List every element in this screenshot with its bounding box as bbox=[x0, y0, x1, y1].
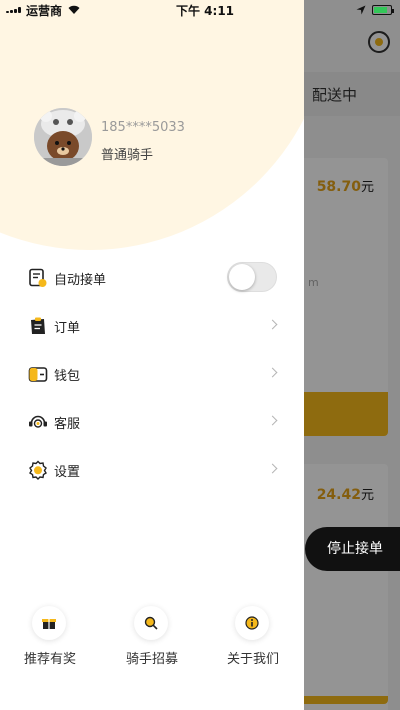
avatar[interactable] bbox=[34, 108, 92, 166]
rider-recruit-label: 骑手招募 bbox=[125, 652, 178, 667]
signal-icon bbox=[6, 7, 22, 13]
gift-icon bbox=[32, 606, 66, 640]
gear-icon bbox=[28, 460, 48, 480]
status-bar: 运营商 下午 4:11 bbox=[0, 0, 400, 20]
about-us-label: 关于我们 bbox=[226, 652, 279, 667]
chevron-right-icon bbox=[267, 367, 278, 378]
location-arrow-icon bbox=[356, 4, 366, 15]
auto-accept-label: 自动接单 bbox=[54, 273, 107, 288]
menu-item-wallet[interactable]: 钱包 bbox=[28, 358, 282, 390]
menu-item-label: 设置 bbox=[54, 465, 81, 480]
status-time: 下午 4:11 bbox=[176, 4, 235, 18]
chevron-right-icon bbox=[267, 415, 278, 426]
toggle-knob bbox=[229, 264, 255, 290]
document-icon bbox=[28, 268, 48, 288]
clipboard-icon bbox=[28, 316, 48, 336]
referral-reward-label: 推荐有奖 bbox=[23, 652, 76, 667]
wallet-icon bbox=[28, 364, 48, 384]
chevron-right-icon bbox=[267, 319, 278, 330]
chevron-right-icon bbox=[267, 463, 278, 474]
menu-item-customer-service[interactable]: 客服 bbox=[28, 406, 282, 438]
info-icon bbox=[235, 606, 269, 640]
rider-recruit-button[interactable]: 骑手招募 bbox=[116, 606, 188, 667]
stop-accepting-button[interactable]: 停止接单 bbox=[305, 527, 400, 571]
carrier-label: 运营商 bbox=[26, 4, 63, 18]
menu-item-label: 客服 bbox=[54, 417, 81, 432]
headset-icon bbox=[28, 412, 48, 432]
auto-accept-row: 自动接单 bbox=[28, 262, 282, 294]
auto-accept-toggle[interactable] bbox=[227, 262, 277, 292]
wifi-icon bbox=[68, 4, 80, 14]
search-icon bbox=[134, 606, 168, 640]
referral-reward-button[interactable]: 推荐有奖 bbox=[14, 606, 86, 667]
menu-item-orders[interactable]: 订单 bbox=[28, 310, 282, 342]
menu-item-label: 订单 bbox=[54, 321, 81, 336]
menu-item-label: 钱包 bbox=[54, 369, 81, 384]
side-drawer: 185****5033 普通骑手 自动接单 订单 钱包 客服 设置 推荐有奖 骑… bbox=[0, 0, 304, 710]
user-role: 普通骑手 bbox=[101, 148, 154, 163]
menu-item-settings[interactable]: 设置 bbox=[28, 454, 282, 486]
user-phone: 185****5033 bbox=[101, 120, 185, 135]
battery-icon bbox=[372, 5, 394, 15]
about-us-button[interactable]: 关于我们 bbox=[217, 606, 289, 667]
